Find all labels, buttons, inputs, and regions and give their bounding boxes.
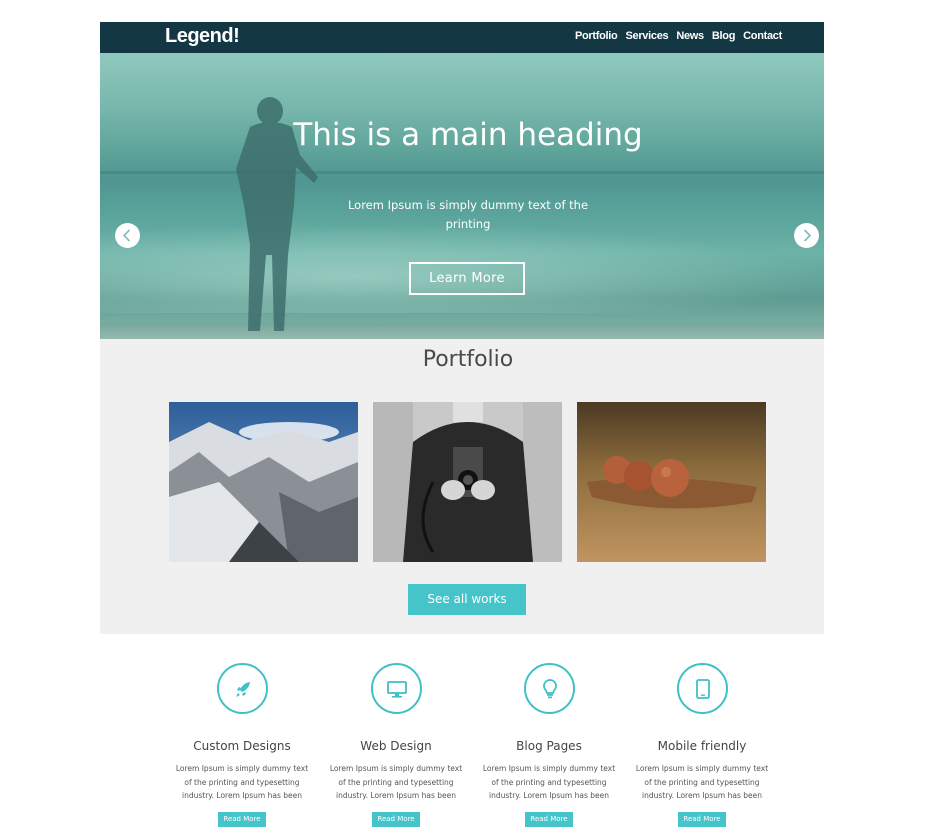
feature-icon-circle [523,663,575,714]
hero-subtext: Lorem Ipsum is simply dummy text of the … [347,198,589,231]
nav-services[interactable]: Services [625,30,668,42]
feature-title: Web Design [360,739,432,753]
feature-custom-designs: Custom Designs Lorem Ipsum is simply dum… [162,663,322,827]
page: Legend! Portfolio Services News Blog Con… [100,22,824,839]
feature-text: Lorem Ipsum is simply dummy text of the … [635,764,769,800]
see-all-works-button[interactable]: See all works [408,584,526,615]
feature-text: Lorem Ipsum is simply dummy text of the … [482,764,616,800]
hero-heading: This is a main heading [293,117,643,153]
portfolio-title: Portfolio [422,347,514,372]
read-more-button[interactable]: Read More [218,811,266,827]
feature-title: Blog Pages [516,739,582,753]
portfolio-section: Portfolio See all works [100,339,824,634]
monitor-icon [386,681,407,698]
chevron-left-icon [122,229,131,242]
hero-slider: This is a main heading Lorem Ipsum is si… [100,53,824,339]
read-more-button[interactable]: Read More [525,811,573,827]
camera-image [373,402,562,562]
rocket-icon [235,682,250,697]
tablet-icon [695,679,710,699]
site-header: Legend! Portfolio Services News Blog Con… [100,22,824,53]
learn-more-button[interactable]: Learn More [409,262,525,295]
feature-icon-circle [370,663,422,714]
feature-icon-circle [216,663,268,714]
seeds-image [577,402,766,562]
hero-horizon [100,171,824,174]
nav-blog[interactable]: Blog [712,30,736,42]
portfolio-item-seeds[interactable] [577,402,766,562]
feature-icon-circle [676,663,728,714]
nav-contact[interactable]: Contact [743,30,782,42]
feature-text: Lorem Ipsum is simply dummy text of the … [329,764,463,800]
feature-blog-pages: Blog Pages Lorem Ipsum is simply dummy t… [469,663,629,827]
nav-news[interactable]: News [676,30,704,42]
mountains-image [169,402,358,562]
features-section: Custom Designs Lorem Ipsum is simply dum… [100,634,824,839]
feature-mobile-friendly: Mobile friendly Lorem Ipsum is simply du… [622,663,782,827]
feature-title: Custom Designs [193,739,291,753]
feature-text: Lorem Ipsum is simply dummy text of the … [175,764,309,800]
feature-title: Mobile friendly [657,739,747,753]
read-more-button[interactable]: Read More [678,811,726,827]
portfolio-item-camera[interactable] [373,402,562,562]
chevron-right-icon [803,229,812,242]
nav-portfolio[interactable]: Portfolio [575,30,618,42]
lightbulb-icon [542,679,557,699]
slider-next-button[interactable] [794,223,819,248]
feature-web-design: Web Design Lorem Ipsum is simply dummy t… [316,663,476,827]
slider-prev-button[interactable] [115,223,140,248]
main-nav: Portfolio Services News Blog Contact [575,30,782,42]
hero-shore [100,323,824,339]
site-logo[interactable]: Legend! [165,25,240,48]
read-more-button[interactable]: Read More [372,811,420,827]
portfolio-item-mountains[interactable] [169,402,358,562]
